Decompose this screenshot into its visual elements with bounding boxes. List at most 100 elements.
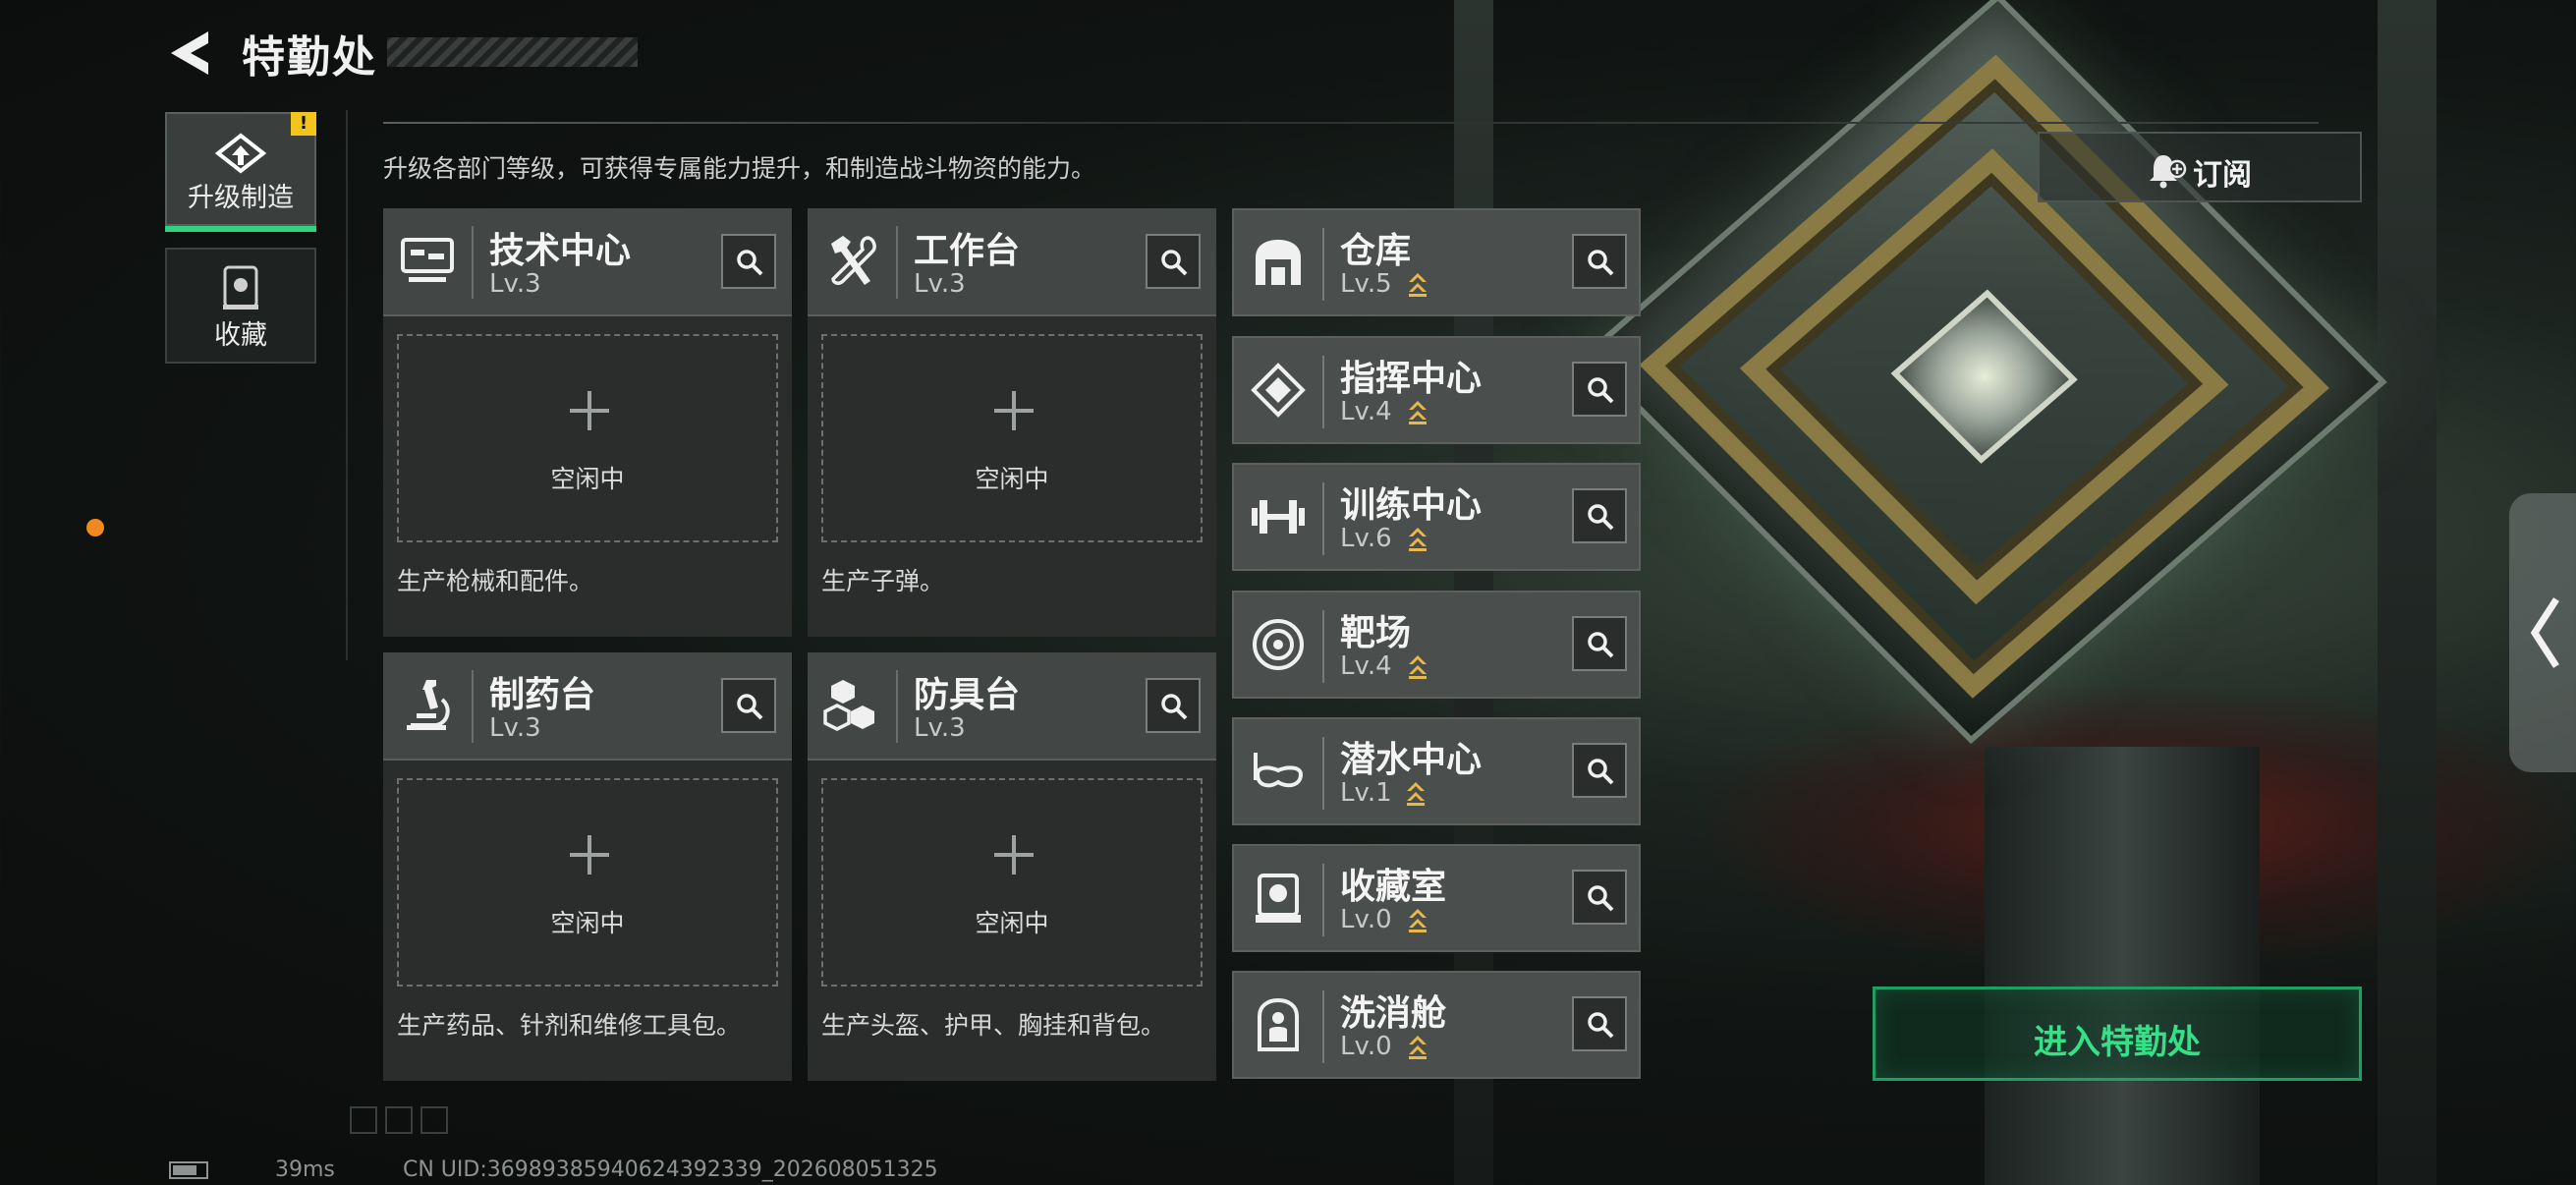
upgrade-available-icon <box>1409 1036 1427 1059</box>
facility-warehouse[interactable]: 仓库 Lv.5 <box>1232 208 1641 316</box>
title-decoration <box>387 37 638 67</box>
alert-badge: ! <box>291 112 316 136</box>
inspect-button[interactable] <box>1572 996 1627 1051</box>
magnifier-icon <box>1588 250 1614 276</box>
card-description: 生产药品、针剂和维修工具包。 <box>397 1011 742 1040</box>
separator <box>1322 356 1324 428</box>
separator <box>1322 482 1324 555</box>
card-header[interactable]: 制药台 Lv.3 <box>383 652 792 761</box>
side-drawer-handle[interactable] <box>2509 493 2576 772</box>
collection-case-icon <box>223 265 258 310</box>
facility-level: Lv.1 <box>1340 778 1392 808</box>
background-pillar <box>1985 747 2260 1185</box>
facility-name: 技术中心 <box>489 231 632 271</box>
magnifier-icon <box>1588 885 1614 912</box>
facility-level: Lv.3 <box>489 713 541 743</box>
magnifier-icon <box>1588 759 1614 785</box>
facility-name: 收藏室 <box>1340 867 1447 907</box>
facility-level: Lv.4 <box>1340 397 1392 426</box>
facility-level: Lv.6 <box>1340 524 1392 553</box>
back-button[interactable] <box>165 28 214 79</box>
inspect-button[interactable] <box>1146 234 1201 289</box>
facility-collection-room[interactable]: 收藏室 Lv.0 <box>1232 844 1641 952</box>
facility-shooting-range[interactable]: 靶场 Lv.4 <box>1232 591 1641 699</box>
magnifier-icon <box>1588 1012 1614 1039</box>
magnifier-icon <box>737 250 763 276</box>
inspect-button[interactable] <box>1572 362 1627 417</box>
monitor-icon <box>401 238 454 282</box>
page-title: 特勤处 <box>242 32 377 83</box>
enter-label: 进入特勤处 <box>2034 1023 2201 1062</box>
divider <box>346 110 348 660</box>
inspect-button[interactable] <box>1146 678 1201 733</box>
slot-status: 空闲中 <box>975 909 1049 937</box>
card-description: 生产枪械和配件。 <box>397 567 594 595</box>
dumbbell-icon <box>1252 500 1305 534</box>
production-slot[interactable]: 空闲中 <box>397 334 778 542</box>
separator <box>472 670 474 743</box>
separator <box>896 226 898 299</box>
card-description: 生产子弹。 <box>821 567 945 595</box>
card-header[interactable]: 工作台 Lv.3 <box>808 208 1216 316</box>
facility-name: 潜水中心 <box>1340 740 1483 780</box>
facility-level: Lv.3 <box>914 269 966 299</box>
user-uid: CN UID:3698938594062439233​9_20260805132… <box>403 1157 938 1182</box>
upgrade-available-icon <box>1409 273 1427 297</box>
separator <box>1322 864 1324 936</box>
tab-upgrade-craft[interactable]: ! 升级制造 <box>165 112 316 232</box>
facility-command-center[interactable]: 指挥中心 Lv.4 <box>1232 336 1641 444</box>
inspect-button[interactable] <box>1572 234 1627 289</box>
separator <box>1322 737 1324 810</box>
slot-status: 空闲中 <box>550 909 625 937</box>
separator <box>1322 228 1324 301</box>
subscribe-label: 订阅 <box>2193 158 2252 193</box>
production-slot[interactable]: 空闲中 <box>397 778 778 987</box>
facility-training-center[interactable]: 训练中心 Lv.6 <box>1232 463 1641 571</box>
enter-special-ops-button[interactable]: 进入特勤处 <box>1873 987 2362 1081</box>
production-card-pharmacy: 制药台 Lv.3 空闲中 生产药品、针剂和维修工具包。 <box>383 652 792 1081</box>
plus-icon <box>570 391 609 430</box>
tab-label: 升级制造 <box>188 183 294 213</box>
decon-pod-icon <box>1258 997 1299 1051</box>
inspect-button[interactable] <box>1572 743 1627 798</box>
production-card-workbench: 工作台 Lv.3 空闲中 生产子弹。 <box>808 208 1216 637</box>
subscribe-button[interactable]: 订阅 <box>2038 132 2362 202</box>
chevron-left-icon <box>2530 597 2559 668</box>
card-description: 生产头盔、护甲、胸挂和背包。 <box>821 1011 1166 1040</box>
magnifier-icon <box>1161 694 1188 720</box>
active-tab-indicator <box>165 226 316 232</box>
floating-notification-dot[interactable] <box>86 519 104 536</box>
inspect-button[interactable] <box>1572 870 1627 925</box>
display-case-icon <box>1256 874 1301 923</box>
facility-name: 洗消舱 <box>1340 993 1447 1034</box>
tab-collection[interactable]: 收藏 <box>165 248 316 364</box>
separator <box>472 226 474 299</box>
inspect-button[interactable] <box>721 234 776 289</box>
separator <box>1322 990 1324 1063</box>
card-header[interactable]: 防具台 Lv.3 <box>808 652 1216 761</box>
inspect-button[interactable] <box>1572 488 1627 543</box>
plus-icon <box>994 391 1034 430</box>
target-icon <box>1253 619 1304 670</box>
hammer-wrench-icon <box>831 236 876 285</box>
production-slot[interactable]: 空闲中 <box>821 334 1203 542</box>
upgrade-available-icon <box>1409 528 1427 551</box>
background-beam <box>2378 0 2436 1185</box>
inspect-button[interactable] <box>1572 616 1627 671</box>
inspect-button[interactable] <box>721 678 776 733</box>
chip-icon <box>1251 363 1306 418</box>
facility-name: 训练中心 <box>1340 485 1483 526</box>
facility-level: Lv.0 <box>1340 905 1392 934</box>
card-header[interactable]: 技术中心 Lv.3 <box>383 208 792 316</box>
facility-decon-pod[interactable]: 洗消舱 Lv.0 <box>1232 971 1641 1079</box>
slot-status: 空闲中 <box>550 465 625 493</box>
battery-icon <box>169 1157 208 1182</box>
production-card-tech-center: 技术中心 Lv.3 空闲中 生产枪械和配件。 <box>383 208 792 637</box>
tab-label: 收藏 <box>214 320 267 351</box>
facility-diving-center[interactable]: 潜水中心 Lv.1 <box>1232 717 1641 825</box>
rotating-cube-model <box>1582 0 2387 745</box>
upgrade-available-icon <box>1409 401 1427 424</box>
facility-level: Lv.4 <box>1340 651 1392 681</box>
production-slot[interactable]: 空闲中 <box>821 778 1203 987</box>
separator <box>896 670 898 743</box>
